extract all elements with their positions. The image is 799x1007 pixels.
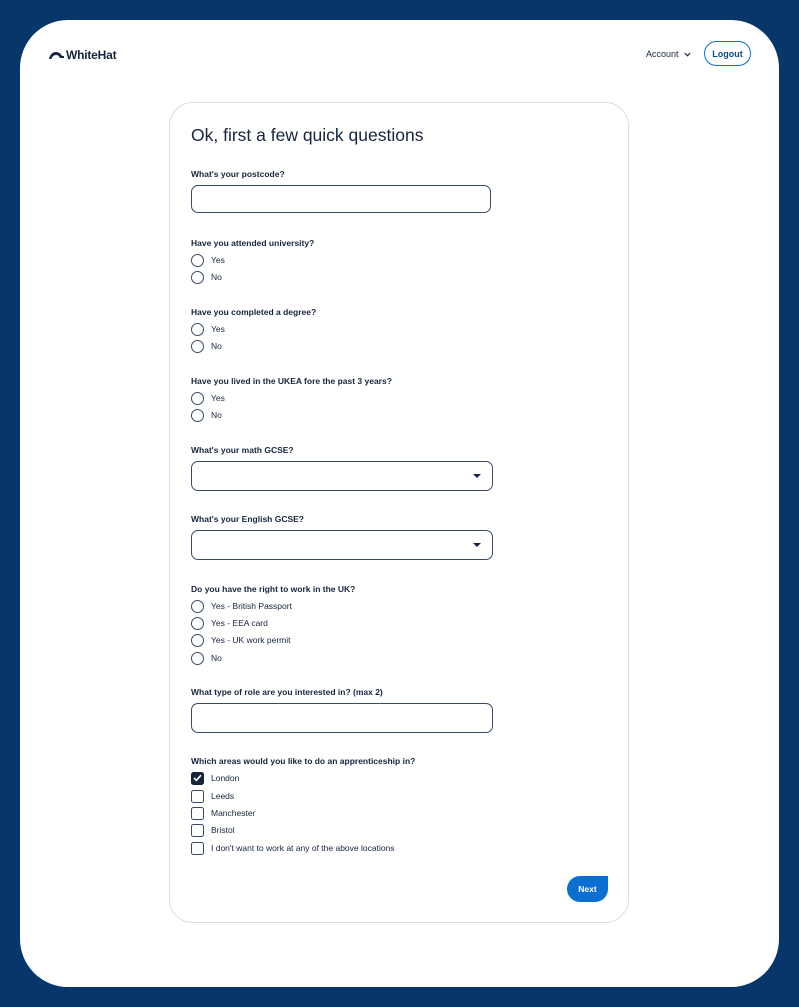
math-gcse-select[interactable] (191, 461, 493, 491)
device-screen: WhiteHat Account Logout Ok, first a few … (20, 20, 779, 987)
area-option-london[interactable]: London (191, 771, 239, 785)
radio-button[interactable] (191, 253, 204, 267)
logo-text: WhiteHat (66, 48, 117, 62)
university-option-yes[interactable]: Yes (191, 253, 225, 267)
degree-label: Have you completed a degree? (191, 307, 317, 317)
radio-button[interactable] (191, 599, 204, 613)
radio-button[interactable] (191, 633, 204, 647)
option-label: Bristol (211, 825, 235, 835)
right-to-work-label: Do you have the right to work in the UK? (191, 584, 356, 594)
option-label: Manchester (211, 808, 256, 818)
radio-button[interactable] (191, 391, 204, 405)
role-input[interactable] (191, 703, 493, 733)
area-option-bristol[interactable]: Bristol (191, 823, 235, 837)
university-label: Have you attended university? (191, 238, 315, 248)
account-label: Account (646, 49, 679, 59)
page-title: Ok, first a few quick questions (191, 125, 424, 145)
checkbox[interactable] (191, 771, 204, 785)
option-label: No (211, 653, 222, 663)
option-label: No (211, 341, 222, 351)
radio-button[interactable] (191, 616, 204, 630)
whitehat-logo-icon (46, 52, 64, 59)
radio-button[interactable] (191, 339, 204, 353)
area-option-none[interactable]: I don't want to work at any of the above… (191, 841, 395, 855)
radio-button[interactable] (191, 322, 204, 336)
radio-button[interactable] (191, 270, 204, 284)
university-option-no[interactable]: No (191, 270, 222, 284)
right-to-work-option-no[interactable]: No (191, 651, 222, 665)
degree-option-no[interactable]: No (191, 339, 222, 353)
ukea-label: Have you lived in the UKEA fore the past… (191, 376, 392, 386)
postcode-input[interactable] (191, 185, 491, 213)
area-option-manchester[interactable]: Manchester (191, 806, 255, 820)
logo[interactable]: WhiteHat (45, 48, 117, 62)
option-label: Yes (211, 393, 225, 403)
ukea-option-no[interactable]: No (191, 408, 222, 422)
option-label: Yes - EEA card (211, 618, 268, 628)
chevron-down-icon (683, 52, 691, 57)
area-option-leeds[interactable]: Leeds (191, 789, 234, 803)
checkbox[interactable] (191, 823, 204, 837)
caret-down-icon (473, 474, 481, 478)
english-gcse-label: What's your English GCSE? (191, 514, 305, 524)
checkbox[interactable] (191, 806, 204, 820)
postcode-label: What's your postcode? (191, 169, 285, 179)
english-gcse-select[interactable] (191, 530, 493, 560)
right-to-work-option-permit[interactable]: Yes - UK work permit (191, 633, 291, 647)
degree-option-yes[interactable]: Yes (191, 322, 225, 336)
math-gcse-label: What's your math GCSE? (191, 445, 294, 455)
option-label: Yes (211, 324, 225, 334)
option-label: Leeds (211, 791, 235, 801)
questionnaire-card: Ok, first a few quick questions What's y… (169, 102, 629, 923)
option-label: No (211, 410, 222, 420)
checkmark-icon (193, 774, 202, 782)
radio-button[interactable] (191, 408, 204, 422)
radio-button[interactable] (191, 651, 204, 665)
option-label: London (211, 773, 240, 783)
next-button[interactable]: Next (567, 876, 608, 902)
account-menu[interactable]: Account (646, 49, 691, 59)
right-to-work-option-eea[interactable]: Yes - EEA card (191, 616, 268, 630)
option-label: Yes - British Passport (211, 601, 292, 611)
logout-button[interactable]: Logout (704, 41, 751, 66)
header: WhiteHat Account Logout (20, 20, 779, 90)
option-label: Yes (211, 255, 225, 265)
option-label: No (211, 272, 222, 282)
option-label: I don't want to work at any of the above… (211, 843, 395, 853)
caret-down-icon (473, 543, 481, 547)
areas-label: Which areas would you like to do an appr… (191, 756, 416, 766)
checkbox[interactable] (191, 789, 204, 803)
option-label: Yes - UK work permit (211, 635, 291, 645)
role-label: What type of role are you interested in?… (191, 687, 383, 697)
checkbox[interactable] (191, 841, 204, 855)
ukea-option-yes[interactable]: Yes (191, 391, 225, 405)
right-to-work-option-passport[interactable]: Yes - British Passport (191, 599, 292, 613)
